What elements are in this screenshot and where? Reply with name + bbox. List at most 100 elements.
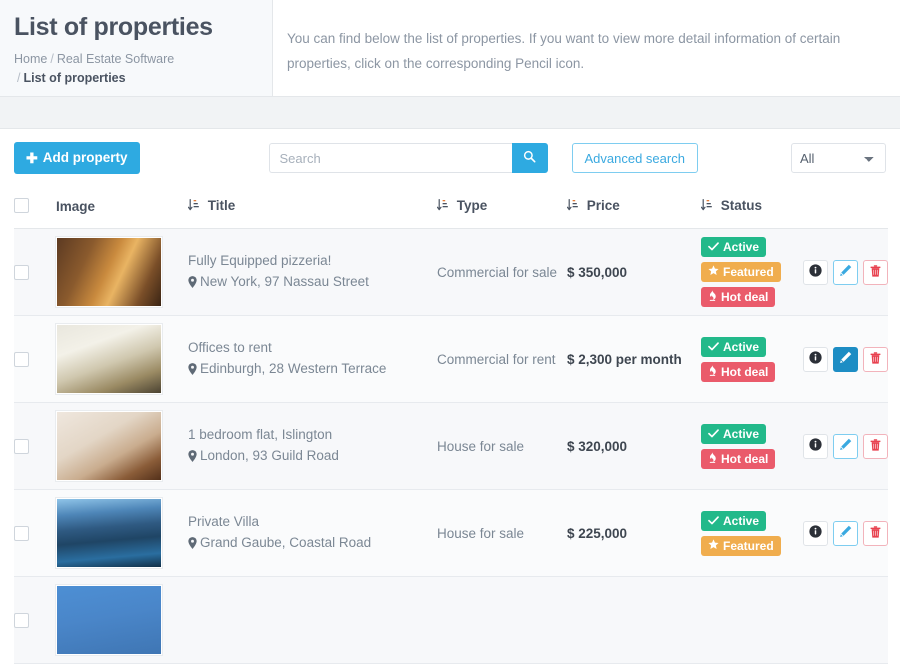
property-title[interactable]: Fully Equipped pizzeria! bbox=[188, 250, 437, 271]
breadcrumb-separator-1: / bbox=[50, 52, 54, 66]
pencil-icon bbox=[839, 264, 852, 280]
th-type[interactable]: Type bbox=[436, 187, 567, 229]
delete-button[interactable] bbox=[863, 433, 888, 459]
breadcrumb-home[interactable]: Home bbox=[14, 52, 47, 66]
fire-icon bbox=[708, 364, 717, 379]
row-select-checkbox[interactable] bbox=[14, 613, 29, 629]
row-select-cell bbox=[14, 576, 56, 664]
edit-button[interactable] bbox=[833, 433, 858, 459]
row-select-cell bbox=[14, 402, 56, 490]
search-input[interactable] bbox=[268, 143, 512, 173]
status-badge: Featured bbox=[701, 262, 781, 282]
page-title: List of properties bbox=[14, 13, 213, 41]
pencil-icon bbox=[839, 438, 852, 454]
row-select-checkbox[interactable] bbox=[14, 439, 29, 455]
property-status-cell: Active Hot deal bbox=[701, 315, 803, 403]
edit-button[interactable] bbox=[833, 520, 858, 546]
delete-button[interactable] bbox=[863, 346, 888, 372]
map-pin-icon bbox=[188, 447, 197, 468]
row-actions-cell bbox=[803, 315, 888, 403]
row-select-checkbox[interactable] bbox=[14, 265, 29, 281]
property-thumbnail[interactable] bbox=[55, 323, 163, 395]
info-button[interactable] bbox=[803, 433, 828, 459]
row-title-cell: 1 bedroom flat, Islington London, 93 Guil… bbox=[188, 402, 437, 490]
property-type: Commercial for rent bbox=[437, 315, 567, 403]
status-filter-select[interactable]: All bbox=[790, 143, 886, 173]
properties-table-wrap: Image Title Type Price Status Fully Equi… bbox=[0, 187, 900, 664]
table-row[interactable]: Fully Equipped pizzeria! New York, 97 Nas… bbox=[14, 228, 888, 316]
fire-icon bbox=[708, 290, 717, 304]
trash-icon bbox=[870, 264, 881, 280]
row-image-cell bbox=[55, 489, 188, 577]
property-thumbnail[interactable] bbox=[55, 584, 163, 656]
property-address: London, 93 Guild Road bbox=[188, 445, 437, 468]
property-address: Edinburgh, 28 Western Terrace bbox=[188, 358, 437, 381]
property-price: $ 2,300 per month bbox=[567, 315, 701, 403]
th-title-label: Title bbox=[207, 197, 236, 213]
row-select-cell bbox=[14, 315, 56, 403]
edit-button[interactable] bbox=[833, 346, 858, 372]
star-icon bbox=[708, 538, 719, 553]
advanced-search-button[interactable]: Advanced search bbox=[571, 143, 698, 173]
row-actions-cell bbox=[803, 228, 888, 316]
th-price[interactable]: Price bbox=[566, 187, 701, 229]
status-badge-label: Active bbox=[723, 240, 760, 254]
info-button[interactable] bbox=[803, 520, 828, 546]
row-actions bbox=[803, 433, 888, 459]
add-property-button[interactable]: ✚ Add property bbox=[14, 142, 140, 174]
search-button[interactable] bbox=[511, 143, 548, 173]
property-status-cell: Active Featured Hot deal bbox=[701, 228, 803, 316]
row-select-checkbox[interactable] bbox=[14, 526, 29, 542]
table-row[interactable]: Offices to rent Edinburgh, 28 Western Ter… bbox=[14, 315, 888, 403]
breadcrumb-section[interactable]: Real Estate Software bbox=[57, 52, 174, 66]
status-badge: Hot deal bbox=[701, 448, 776, 469]
property-thumbnail[interactable] bbox=[55, 497, 163, 569]
table-body: Fully Equipped pizzeria! New York, 97 Nas… bbox=[14, 228, 888, 664]
status-badge-label: Active bbox=[723, 513, 760, 528]
map-pin-icon bbox=[188, 534, 197, 555]
property-price: $ 350,000 bbox=[567, 228, 701, 316]
check-icon bbox=[708, 427, 719, 441]
sort-amount-icon[interactable] bbox=[187, 199, 199, 214]
property-type: House for sale bbox=[437, 402, 567, 490]
status-badge: Active bbox=[701, 423, 767, 444]
property-thumbnail[interactable] bbox=[55, 236, 163, 308]
breadcrumb-current: List of properties bbox=[23, 71, 126, 85]
info-button[interactable] bbox=[803, 259, 828, 285]
table-row[interactable]: 1 bedroom flat, Islington London, 93 Guil… bbox=[14, 402, 888, 490]
delete-button[interactable] bbox=[863, 259, 888, 285]
search-group bbox=[268, 143, 548, 173]
th-title[interactable]: Title bbox=[187, 187, 437, 229]
property-status-cell: Active Featured bbox=[701, 489, 803, 577]
sort-amount-icon[interactable] bbox=[566, 199, 578, 214]
property-thumbnail[interactable] bbox=[55, 410, 163, 482]
table-row[interactable] bbox=[14, 576, 888, 664]
status-badge-label: Active bbox=[723, 426, 760, 441]
property-title[interactable]: Private Villa bbox=[188, 511, 437, 532]
sort-amount-icon[interactable] bbox=[700, 199, 712, 214]
status-badge: Active bbox=[701, 510, 767, 531]
th-status[interactable]: Status bbox=[700, 187, 888, 229]
property-status-cell bbox=[701, 576, 803, 664]
row-title-cell: Private Villa Grand Gaube, Coastal Road bbox=[188, 489, 437, 577]
edit-button[interactable] bbox=[833, 259, 858, 285]
property-type: Commercial for sale bbox=[437, 228, 567, 316]
trash-icon bbox=[870, 525, 881, 541]
status-badge-label: Hot deal bbox=[721, 364, 769, 379]
table-row[interactable]: Private Villa Grand Gaube, Coastal Road Ho… bbox=[14, 489, 888, 577]
delete-button[interactable] bbox=[863, 520, 888, 546]
info-button[interactable] bbox=[803, 346, 828, 372]
status-badge: Active bbox=[701, 336, 767, 357]
row-select-checkbox[interactable] bbox=[14, 352, 29, 368]
status-badge-label: Hot deal bbox=[721, 290, 769, 304]
property-title[interactable]: 1 bedroom flat, Islington bbox=[188, 424, 437, 445]
property-status-cell: Active Hot deal bbox=[701, 402, 803, 490]
search-icon bbox=[523, 150, 536, 166]
row-select-cell bbox=[14, 489, 56, 577]
sort-amount-icon[interactable] bbox=[436, 199, 448, 214]
toolbar: ✚ Add property Advanced search All bbox=[0, 129, 900, 187]
property-title[interactable]: Offices to rent bbox=[188, 337, 437, 358]
page-header: List of properties Home / Real Estate Soft… bbox=[0, 0, 900, 97]
row-image-cell bbox=[55, 576, 188, 664]
select-all-checkbox[interactable] bbox=[14, 198, 29, 214]
